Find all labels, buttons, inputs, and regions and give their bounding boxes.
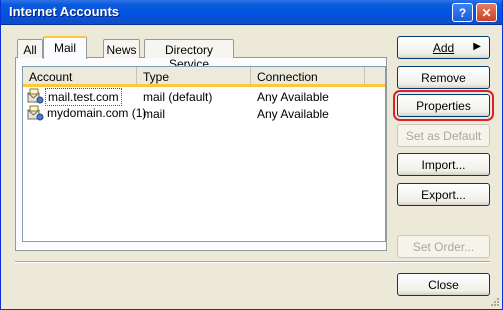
title-bar[interactable]: Internet Accounts ? ✕ <box>1 0 502 25</box>
set-as-default-button[interactable]: Set as Default <box>397 124 490 147</box>
account-name: mail.test.com <box>45 88 122 106</box>
column-header-account[interactable]: Account <box>23 67 137 84</box>
mail-account-icon <box>27 88 44 104</box>
tab-mail[interactable]: Mail <box>43 36 87 59</box>
header-highlight <box>23 84 385 87</box>
account-name: mydomain.com (1) <box>47 106 147 120</box>
account-type: mail <box>143 107 166 121</box>
set-order-button[interactable]: Set Order... <box>397 235 490 258</box>
add-button-label: Add <box>432 41 455 55</box>
resize-grip-icon[interactable] <box>488 295 500 307</box>
list-item[interactable]: mail.test.com mail (default) Any Availab… <box>23 88 383 106</box>
tab-news[interactable]: News <box>103 39 140 58</box>
account-type: mail (default) <box>143 90 213 104</box>
window-title: Internet Accounts <box>9 4 120 19</box>
internet-accounts-dialog: Internet Accounts ? ✕ All Mail News Dire… <box>0 0 503 310</box>
export-button[interactable]: Export... <box>397 183 490 206</box>
help-button[interactable]: ? <box>452 3 473 22</box>
add-button[interactable]: Add ▶ <box>397 36 490 59</box>
import-button[interactable]: Import... <box>397 153 490 176</box>
close-button[interactable]: Close <box>397 273 490 296</box>
account-connection: Any Available <box>257 90 329 104</box>
mail-account-icon <box>27 105 44 121</box>
column-header-connection[interactable]: Connection <box>251 67 365 84</box>
account-connection: Any Available <box>257 107 329 121</box>
properties-button[interactable]: Properties <box>393 90 494 121</box>
tab-all[interactable]: All <box>17 39 43 58</box>
accounts-list[interactable]: Account Type Connection mail.test.com ma… <box>22 66 386 242</box>
submenu-arrow-icon: ▶ <box>473 41 481 52</box>
tab-directory-service[interactable]: Directory Service <box>144 39 234 71</box>
separator <box>15 261 490 263</box>
list-header: Account Type Connection <box>23 67 385 87</box>
list-item[interactable]: mydomain.com (1) mail Any Available <box>23 105 383 122</box>
remove-button[interactable]: Remove <box>397 66 490 89</box>
close-window-button[interactable]: ✕ <box>476 3 497 22</box>
column-header-type[interactable]: Type <box>137 67 251 84</box>
